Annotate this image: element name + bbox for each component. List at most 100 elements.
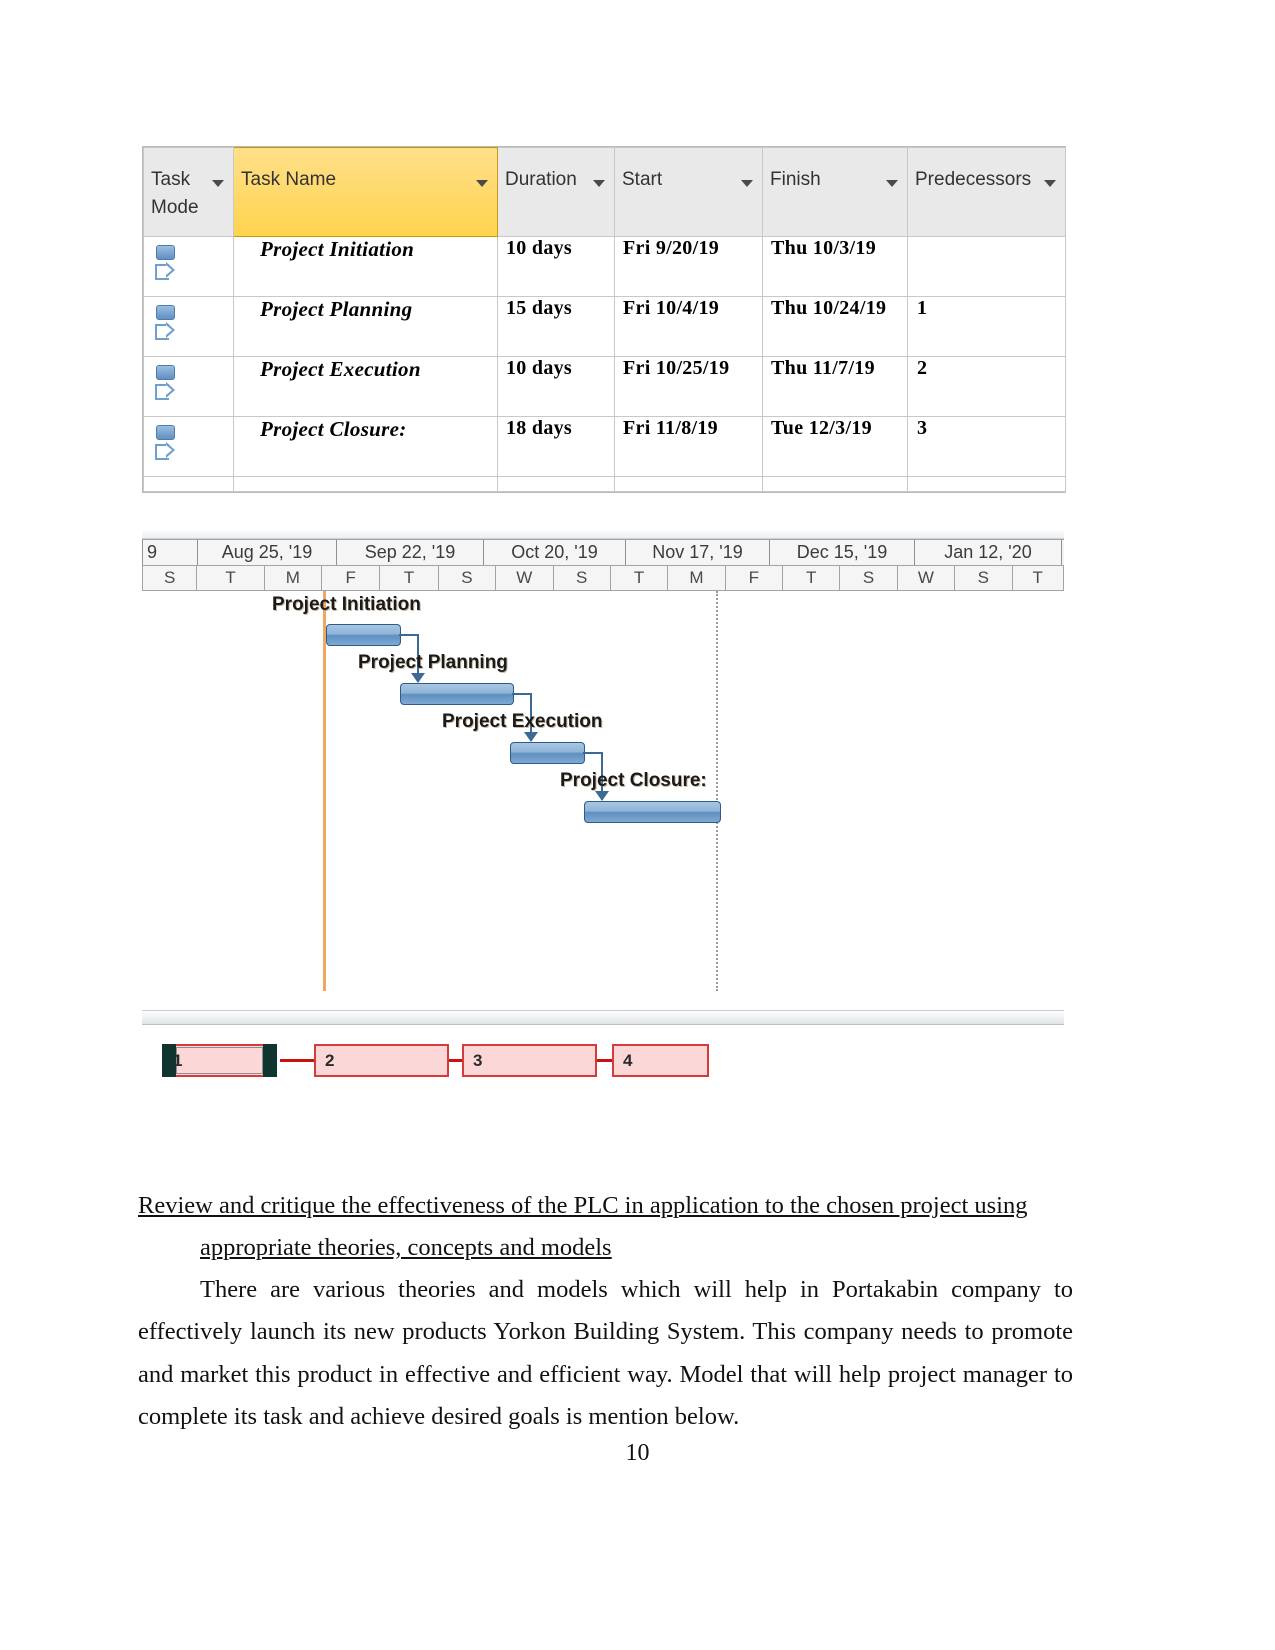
page-number: 10 <box>625 1440 650 1466</box>
gantt-plot-area[interactable]: Project Initiation Project Planning Proj… <box>142 591 1064 1010</box>
finish-cell[interactable]: Thu 10/3/19 <box>762 236 908 297</box>
dependency-link <box>399 634 419 636</box>
start-cell[interactable]: Fri 11/8/19 <box>614 416 763 477</box>
node-number: 3 <box>473 1051 483 1070</box>
table-row[interactable]: Project Planning 15 days Fri 10/4/19 Thu… <box>143 296 1066 357</box>
timescale-day: W <box>496 566 554 590</box>
column-header-duration[interactable]: Duration <box>497 147 615 237</box>
predecessors-cell[interactable]: 1 <box>907 296 1066 357</box>
horizontal-scrollbar[interactable] <box>142 1010 1064 1025</box>
timescale-day: S <box>142 566 198 590</box>
task-name-cell[interactable]: Project Execution <box>233 356 498 417</box>
dependency-arrow-icon <box>524 732 538 742</box>
timescale-month: Sep 22, '19 <box>337 540 484 565</box>
task-mode-cell[interactable] <box>143 236 234 297</box>
task-name-cell[interactable]: Project Closure: <box>233 416 498 477</box>
table-row[interactable]: Project Closure: 18 days Fri 11/8/19 Tue… <box>143 416 1066 477</box>
gantt-timescale-days: S T M F T S W S T M F T S W S T <box>142 566 1064 591</box>
gantt-top-border <box>142 530 1064 539</box>
empty-cell <box>497 476 615 492</box>
task-mode-cell[interactable] <box>143 416 234 477</box>
empty-cell <box>143 476 234 492</box>
duration-cell[interactable]: 10 days <box>497 356 615 417</box>
finish-cell[interactable]: Tue 12/3/19 <box>762 416 908 477</box>
timescale-day: S <box>955 566 1013 590</box>
table-empty-row[interactable] <box>143 476 1066 492</box>
finish-cell[interactable]: Thu 11/7/19 <box>762 356 908 417</box>
gantt-bar-label: Project Closure: <box>560 770 707 791</box>
empty-cell <box>907 476 1066 492</box>
document-body: Review and critique the effectiveness of… <box>138 1185 1073 1438</box>
section-heading-line-1: Review and critique the effectiveness of… <box>138 1192 1028 1219</box>
manually-scheduled-icon <box>154 425 176 467</box>
body-paragraph: There are various theories and models wh… <box>138 1276 1073 1430</box>
gantt-bar-project-planning[interactable] <box>400 683 514 705</box>
timescale-day: T <box>197 566 265 590</box>
column-header-start[interactable]: Start <box>614 147 763 237</box>
ms-project-task-table[interactable]: Task Mode Task Name Duration Start Finis… <box>142 146 1066 493</box>
timescale-day: T <box>380 566 439 590</box>
timescale-day: S <box>438 566 497 590</box>
gantt-chart[interactable]: 9 Aug 25, '19 Sep 22, '19 Oct 20, '19 No… <box>142 530 1064 1010</box>
timescale-day: F <box>322 566 381 590</box>
predecessors-cell[interactable]: 3 <box>907 416 1066 477</box>
column-header-task-name[interactable]: Task Name <box>233 147 498 237</box>
duration-cell[interactable]: 18 days <box>497 416 615 477</box>
dependency-arrow-icon <box>595 791 609 801</box>
project-finish-marker-line <box>716 591 718 991</box>
today-marker-line <box>323 591 326 991</box>
network-node-4[interactable]: 4 <box>612 1044 709 1077</box>
start-cell[interactable]: Fri 9/20/19 <box>614 236 763 297</box>
timescale-day: S <box>553 566 611 590</box>
column-header-label: Task Name <box>241 169 337 190</box>
gantt-bar-label: Project Execution <box>442 711 603 732</box>
filter-dropdown-icon[interactable] <box>1044 180 1056 187</box>
selection-handle-right[interactable] <box>263 1044 277 1077</box>
task-name-cell[interactable]: Project Initiation <box>233 236 498 297</box>
gantt-bar-project-execution[interactable] <box>510 742 585 764</box>
timescale-month: Jan 12, '20 <box>915 540 1062 565</box>
duration-cell[interactable]: 10 days <box>497 236 615 297</box>
filter-dropdown-icon[interactable] <box>886 180 898 187</box>
column-header-predecessors[interactable]: Predecessors <box>907 147 1066 237</box>
task-name-cell[interactable]: Project Planning <box>233 296 498 357</box>
predecessors-cell[interactable]: 2 <box>907 356 1066 417</box>
timescale-day: W <box>897 566 956 590</box>
predecessors-cell[interactable] <box>907 236 1066 297</box>
timescale-month: Aug 25, '19 <box>198 540 337 565</box>
gantt-bar-project-initiation[interactable] <box>326 624 401 646</box>
table-row[interactable]: Project Initiation 10 days Fri 9/20/19 T… <box>143 236 1066 297</box>
timescale-month: Dec 15, '19 <box>770 540 915 565</box>
task-mode-cell[interactable] <box>143 296 234 357</box>
duration-cell[interactable]: 15 days <box>497 296 615 357</box>
timescale-day: M <box>668 566 726 590</box>
node-number: 2 <box>325 1051 335 1070</box>
manually-scheduled-icon <box>154 305 176 347</box>
column-header-task-mode[interactable]: Task Mode <box>143 147 234 237</box>
empty-cell <box>233 476 498 492</box>
start-cell[interactable]: Fri 10/4/19 <box>614 296 763 357</box>
timescale-day: F <box>725 566 784 590</box>
network-node-3[interactable]: 3 <box>462 1044 597 1077</box>
column-header-label: Duration <box>505 169 577 190</box>
table-row[interactable]: Project Execution 10 days Fri 10/25/19 T… <box>143 356 1066 417</box>
network-diagram[interactable]: 1 2 3 4 <box>142 1038 1064 1098</box>
network-node-2[interactable]: 2 <box>314 1044 449 1077</box>
filter-dropdown-icon[interactable] <box>741 180 753 187</box>
start-cell[interactable]: Fri 10/25/19 <box>614 356 763 417</box>
column-header-label: Task Mode <box>151 169 199 218</box>
timescale-day: T <box>1012 566 1064 590</box>
filter-dropdown-icon[interactable] <box>593 180 605 187</box>
network-node-1[interactable]: 1 <box>162 1044 277 1077</box>
filter-dropdown-icon[interactable] <box>212 180 224 187</box>
timescale-day: T <box>610 566 669 590</box>
filter-dropdown-icon[interactable] <box>476 180 488 187</box>
column-header-finish[interactable]: Finish <box>762 147 908 237</box>
task-mode-cell[interactable] <box>143 356 234 417</box>
column-header-label: Predecessors <box>915 169 1032 190</box>
manually-scheduled-icon <box>154 245 176 287</box>
gantt-bar-project-closure[interactable] <box>584 801 721 823</box>
timescale-day: T <box>783 566 841 590</box>
section-heading-line-2: appropriate theories, concepts and model… <box>200 1234 612 1262</box>
finish-cell[interactable]: Thu 10/24/19 <box>762 296 908 357</box>
